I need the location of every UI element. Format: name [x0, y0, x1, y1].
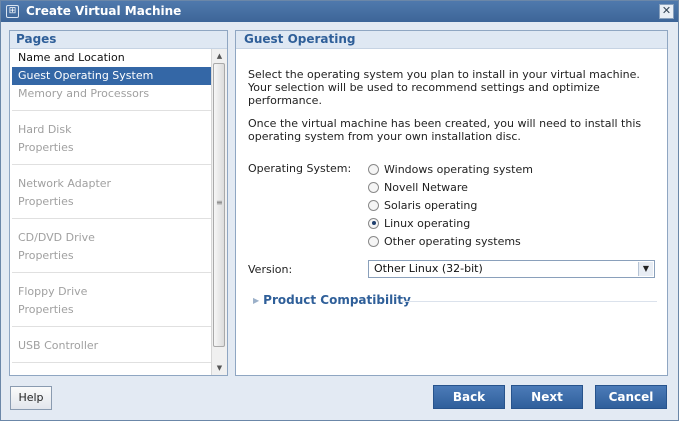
pages-scrollbar[interactable]: ▲ ≡ ▼ [211, 49, 227, 375]
radio-windows[interactable]: Windows operating system [368, 162, 533, 178]
page-item-cd-dvd-properties[interactable]: Properties [12, 247, 211, 265]
create-vm-dialog: ⊞ Create Virtual Machine ✕ Pages Name an… [0, 0, 679, 421]
grip-icon: ≡ [216, 198, 223, 207]
content-header: Guest Operating [236, 31, 667, 49]
divider [12, 110, 211, 111]
back-button[interactable]: Back [433, 385, 505, 409]
radio-novell[interactable]: Novell Netware [368, 180, 468, 196]
radio-button-checked[interactable] [368, 217, 379, 229]
radio-button[interactable] [368, 199, 379, 211]
radio-linux[interactable]: Linux operating [368, 216, 470, 232]
radio-label: Solaris operating [384, 199, 478, 212]
version-value: Other Linux (32-bit) [374, 262, 483, 275]
divider [12, 164, 211, 165]
page-item-hard-disk-properties[interactable]: Properties [12, 139, 211, 157]
divider [12, 326, 211, 327]
page-item-name-location[interactable]: Name and Location [12, 49, 211, 67]
scroll-thumb[interactable]: ≡ [213, 63, 225, 347]
radio-label: Novell Netware [384, 181, 468, 194]
product-compat-label: Product Compatibility [263, 293, 411, 307]
page-item-hard-disk[interactable]: Hard Disk [12, 121, 211, 139]
os-label: Operating System: [248, 162, 352, 175]
next-button[interactable]: Next [511, 385, 583, 409]
title-bar[interactable]: ⊞ Create Virtual Machine ✕ [1, 1, 678, 22]
vm-app-icon: ⊞ [6, 5, 19, 18]
page-item-usb-controller[interactable]: USB Controller [12, 337, 211, 355]
intro-text: Select the operating system you plan to … [248, 68, 640, 107]
product-compatibility-toggle[interactable]: ▶ Product Compatibility [253, 293, 411, 307]
divider [12, 218, 211, 219]
version-label: Version: [248, 263, 293, 276]
divider [12, 272, 211, 273]
radio-other[interactable]: Other operating systems [368, 234, 521, 250]
page-item-floppy-properties[interactable]: Properties [12, 301, 211, 319]
cancel-button[interactable]: Cancel [595, 385, 667, 409]
page-item-network-adapter[interactable]: Network Adapter [12, 175, 211, 193]
divider [402, 301, 657, 302]
radio-solaris[interactable]: Solaris operating [368, 198, 477, 214]
divider [12, 362, 211, 363]
expand-arrow-icon[interactable]: ▶ [253, 296, 259, 305]
radio-label: Windows operating system [384, 163, 533, 176]
scroll-down-icon[interactable]: ▼ [212, 361, 227, 375]
chevron-down-icon[interactable]: ▼ [638, 262, 653, 276]
radio-label: Linux operating [384, 217, 471, 230]
radio-button[interactable] [368, 235, 379, 247]
page-item-memory-processors[interactable]: Memory and Processors [12, 85, 211, 103]
help-button[interactable]: Help [10, 386, 52, 410]
page-item-floppy-drive[interactable]: Floppy Drive [12, 283, 211, 301]
window-title: Create Virtual Machine [26, 4, 182, 18]
pages-header: Pages [10, 31, 227, 49]
page-item-cd-dvd-drive[interactable]: CD/DVD Drive [12, 229, 211, 247]
page-item-guest-os[interactable]: Guest Operating System [12, 67, 211, 85]
version-select[interactable]: Other Linux (32-bit) ▼ [368, 260, 655, 278]
pages-panel: Pages Name and Location Guest Operating … [9, 30, 228, 376]
radio-button[interactable] [368, 163, 379, 175]
radio-label: Other operating systems [384, 235, 521, 248]
install-text: Once the virtual machine has been create… [248, 117, 642, 143]
close-icon[interactable]: ✕ [659, 4, 674, 19]
content-panel: Guest Operating Select the operating sys… [235, 30, 668, 376]
radio-button[interactable] [368, 181, 379, 193]
page-item-network-properties[interactable]: Properties [12, 193, 211, 211]
scroll-up-icon[interactable]: ▲ [212, 49, 227, 63]
